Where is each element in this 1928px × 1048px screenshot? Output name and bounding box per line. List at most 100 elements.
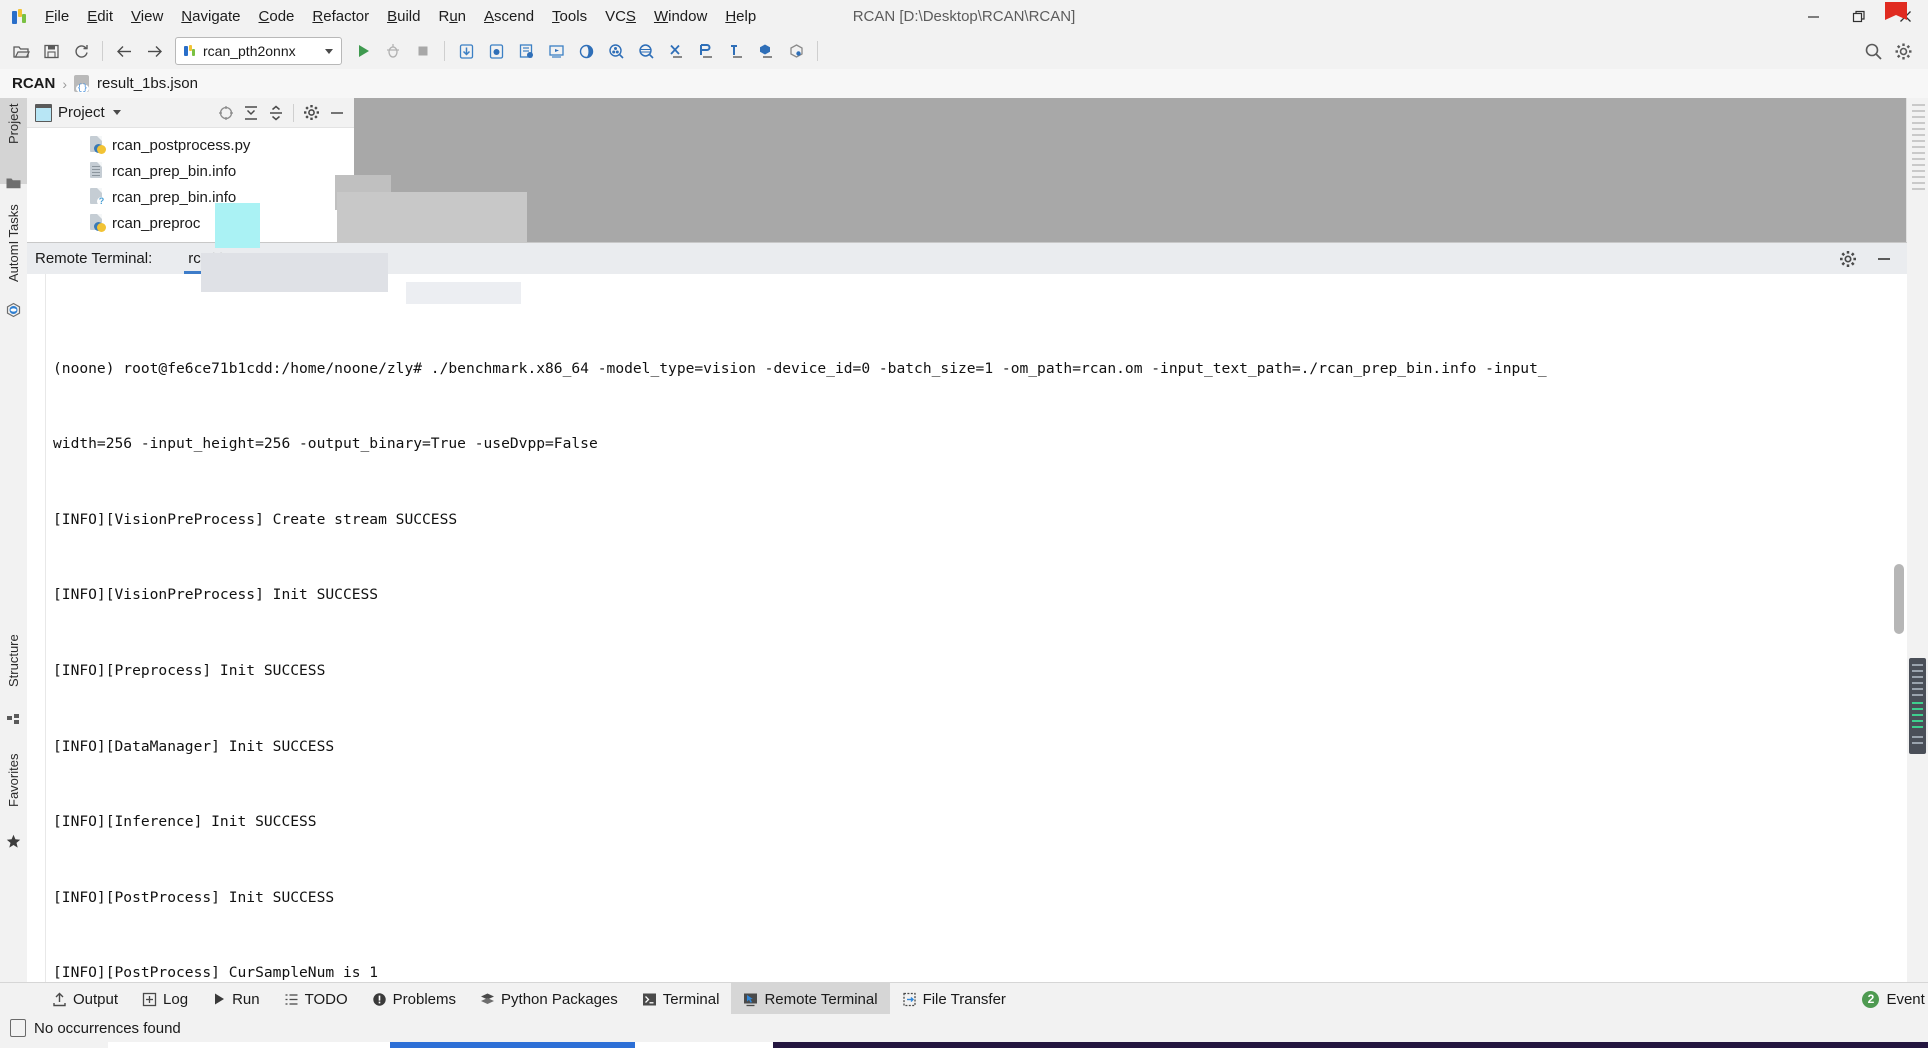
minimize-button[interactable] xyxy=(1790,0,1836,33)
menu-build[interactable]: Build xyxy=(378,4,429,29)
python-file-icon xyxy=(89,136,106,154)
list-item[interactable]: rcan_prep_bin.info xyxy=(27,158,354,184)
left-tool-strip: Project AutomI Tasks Structure Favorites xyxy=(0,98,28,982)
run-icon xyxy=(212,992,226,1006)
menu-tools[interactable]: Tools xyxy=(543,4,596,29)
remote-run-icon[interactable] xyxy=(542,37,570,65)
deploy-download-icon[interactable] xyxy=(452,37,480,65)
menu-edit[interactable]: Edit xyxy=(78,4,122,29)
event-log-button[interactable]: 2 Event Log xyxy=(1862,990,1928,1008)
tab-log[interactable]: Log xyxy=(130,983,200,1015)
terminal-label: Remote Terminal: xyxy=(35,250,153,267)
breadcrumb[interactable]: RCAN › result_1bs.json xyxy=(0,69,1928,99)
menu-window[interactable]: Window xyxy=(645,4,716,29)
tab-problems[interactable]: Problems xyxy=(360,983,468,1015)
tab-label: Problems xyxy=(392,990,457,1008)
debug-icon[interactable] xyxy=(379,37,407,65)
terminal-scrollbar-thumb[interactable] xyxy=(1894,564,1904,634)
breadcrumb-separator: › xyxy=(62,75,68,92)
model-visualise-icon[interactable] xyxy=(632,37,660,65)
editor-right-gutter[interactable] xyxy=(1906,98,1928,982)
menu-file[interactable]: File xyxy=(36,4,78,29)
tab-file-transfer[interactable]: File Transfer xyxy=(890,983,1018,1015)
file-transfer-icon xyxy=(902,992,917,1007)
editor-area[interactable] xyxy=(354,98,1907,242)
tab-label: Terminal xyxy=(662,990,720,1008)
hide-panel-icon[interactable] xyxy=(329,105,345,121)
text-file-icon xyxy=(89,162,105,180)
save-all-icon[interactable] xyxy=(37,37,65,65)
model-convert-icon[interactable] xyxy=(572,37,600,65)
gear-icon[interactable] xyxy=(1839,250,1857,268)
tab-label: TODO xyxy=(304,990,348,1008)
sidebar-item-structure[interactable]: Structure xyxy=(0,628,27,722)
op-generate-icon[interactable] xyxy=(692,37,720,65)
notification-icon xyxy=(10,1019,26,1037)
packages-icon xyxy=(480,992,495,1007)
expand-all-icon[interactable] xyxy=(243,105,259,121)
overlay-artifact xyxy=(201,253,388,292)
file-name: rcan_preproc xyxy=(112,214,201,232)
project-panel-title: Project xyxy=(58,104,105,121)
stop-icon[interactable] xyxy=(409,37,437,65)
menu-refactor[interactable]: Refactor xyxy=(303,4,378,29)
model-analyse-icon[interactable] xyxy=(602,37,630,65)
folder-icon xyxy=(6,176,21,189)
op-deploy-icon[interactable] xyxy=(752,37,780,65)
search-icon[interactable] xyxy=(1859,37,1887,65)
terminal-minimap[interactable] xyxy=(1909,658,1926,754)
tab-todo[interactable]: TODO xyxy=(272,983,360,1015)
tab-remote-terminal[interactable]: Remote Terminal xyxy=(731,983,890,1015)
run-configuration-selector[interactable]: rcan_pth2onnx xyxy=(175,37,342,65)
tab-run[interactable]: Run xyxy=(200,983,272,1015)
back-arrow-icon[interactable] xyxy=(110,37,138,65)
profiling-icon[interactable] xyxy=(662,37,690,65)
gear-icon[interactable] xyxy=(1889,37,1917,65)
menu-vcs[interactable]: VCS xyxy=(596,4,645,29)
tab-terminal[interactable]: Terminal xyxy=(630,983,732,1015)
terminal-line: [INFO][VisionPreProcess] Create stream S… xyxy=(53,510,458,528)
maximize-button[interactable] xyxy=(1836,0,1882,33)
menu-code[interactable]: Code xyxy=(250,4,304,29)
os-taskbar xyxy=(0,1042,1928,1048)
overlay-artifact xyxy=(215,203,260,248)
main-toolbar: rcan_pth2onnx xyxy=(0,33,1928,70)
menu-navigate[interactable]: Navigate xyxy=(172,4,249,29)
problems-icon xyxy=(372,992,387,1007)
op-build-icon[interactable] xyxy=(722,37,750,65)
title-bar: File Edit View Navigate Code Refactor Bu… xyxy=(0,0,1928,34)
sidebar-item-favorites[interactable]: Favorites xyxy=(0,748,27,842)
todo-icon xyxy=(284,992,299,1007)
menu-view[interactable]: View xyxy=(122,4,172,29)
sidebar-item-automl-tasks[interactable]: AutomI Tasks xyxy=(0,198,27,310)
minimize-icon[interactable] xyxy=(1875,250,1893,268)
terminal-output[interactable]: (noone) root@fe6ce71b1cdd:/home/noone/zl… xyxy=(27,274,1907,989)
breadcrumb-file[interactable]: result_1bs.json xyxy=(97,75,198,92)
chevron-down-icon[interactable] xyxy=(112,110,121,115)
forward-arrow-icon[interactable] xyxy=(140,37,168,65)
open-folder-icon[interactable] xyxy=(7,37,35,65)
sidebar-item-label: AutomI Tasks xyxy=(6,204,21,282)
collapse-all-icon[interactable] xyxy=(268,105,284,121)
project-file-tree[interactable]: rcan_postprocess.py rcan_prep_bin.info ?… xyxy=(27,128,354,236)
sync-refresh-icon[interactable] xyxy=(67,37,95,65)
menu-run[interactable]: Run xyxy=(429,4,475,29)
deploy-upload-icon[interactable] xyxy=(482,37,510,65)
list-item[interactable]: rcan_postprocess.py xyxy=(27,132,354,158)
sidebar-item-project[interactable]: Project xyxy=(0,98,27,184)
locate-target-icon[interactable] xyxy=(218,105,234,121)
sidebar-item-label: Project xyxy=(6,104,21,145)
tab-label: Run xyxy=(232,990,260,1008)
gear-icon[interactable] xyxy=(303,104,320,121)
run-icon[interactable] xyxy=(349,37,377,65)
tab-python-packages[interactable]: Python Packages xyxy=(468,983,630,1015)
menu-ascend[interactable]: Ascend xyxy=(475,4,543,29)
op-inspect-icon[interactable] xyxy=(782,37,810,65)
tab-output[interactable]: Output xyxy=(40,983,130,1015)
breadcrumb-project[interactable]: RCAN xyxy=(12,75,55,92)
menu-help[interactable]: Help xyxy=(716,4,765,29)
remote-deploy-icon[interactable] xyxy=(512,37,540,65)
menu-bar[interactable]: File Edit View Navigate Code Refactor Bu… xyxy=(36,0,765,33)
list-item[interactable]: rcan_preproc xyxy=(27,210,354,236)
list-item[interactable]: ? rcan_prep_bin.info xyxy=(27,184,354,210)
